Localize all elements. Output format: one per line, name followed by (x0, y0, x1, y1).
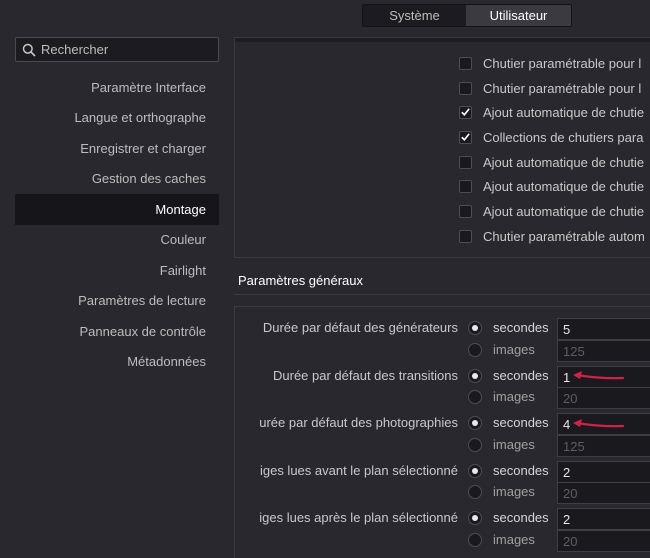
radio-label-images: images (493, 437, 535, 452)
search-input[interactable]: Rechercher (15, 37, 219, 62)
checkbox-label: Ajout automatique de chutie (483, 104, 645, 120)
checkbox-row[interactable]: Collections de chutiers para (459, 127, 643, 147)
duration-label-photos: urée par défaut des photographies (259, 415, 458, 430)
section-title-general: Paramètres généraux (238, 273, 364, 288)
radio-label-seconds: secondes (493, 463, 549, 478)
radio-images[interactable] (468, 485, 482, 499)
checkbox-row[interactable]: Ajout automatique de chutie (459, 152, 644, 172)
seconds-field[interactable]: 5 (557, 318, 650, 340)
duration-label-generators: Durée par défaut des générateurs (262, 320, 458, 335)
radio-images[interactable] (468, 343, 482, 357)
search-icon (22, 43, 36, 57)
radio-seconds[interactable] (468, 369, 482, 383)
checkbox-label: Chutier paramétrable pour l (483, 55, 642, 71)
radio-images[interactable] (468, 390, 482, 404)
sidebar-item-language[interactable]: Langue et orthographe (15, 103, 219, 134)
checkbox-label: Chutier paramétrable pour l (483, 80, 642, 96)
sidebar-item-editing[interactable]: Montage (15, 194, 219, 225)
seconds-field[interactable]: 2 (557, 508, 650, 530)
checkbox[interactable] (459, 179, 472, 193)
radio-label-images: images (493, 532, 535, 547)
images-field[interactable]: 125 (557, 435, 650, 457)
checkbox-row[interactable]: Ajout automatique de chutie (459, 102, 644, 122)
checkbox[interactable] (459, 105, 472, 119)
checkbox[interactable] (459, 81, 472, 95)
sidebar-nav: Paramètre Interface Langue et orthograph… (15, 72, 219, 377)
checkbox-row[interactable]: Chutier paramétrable pour l (459, 78, 641, 98)
checkbox-row[interactable]: Chutier paramétrable autom (459, 226, 645, 246)
checkbox-row[interactable]: Chutier paramétrable pour l (459, 53, 641, 73)
annotation-arrow-icon (573, 419, 625, 428)
seconds-field[interactable]: 2 (557, 461, 650, 483)
postroll-label: iges lues après le plan sélectionné (259, 510, 458, 525)
checkbox[interactable] (459, 229, 472, 243)
checkbox-label: Collections de chutiers para (483, 129, 644, 145)
radio-seconds[interactable] (468, 416, 482, 430)
checkbox[interactable] (459, 155, 472, 169)
settings-scope-tabs: Système Utilisateur (362, 4, 572, 27)
sidebar-item-fairlight[interactable]: Fairlight (15, 255, 219, 286)
duration-label-transitions: Durée par défaut des transitions (273, 368, 458, 383)
checkmark-icon (461, 108, 470, 116)
checkbox-label: Ajout automatique de chutie (483, 178, 645, 194)
radio-label-images: images (493, 342, 535, 357)
section-divider (234, 294, 650, 295)
checkbox[interactable] (459, 56, 472, 70)
sidebar-item-playback[interactable]: Paramètres de lecture (15, 286, 219, 317)
bin-options-panel: Chutier paramétrable pour l Chutier para… (234, 37, 650, 258)
images-field[interactable]: 125 (557, 340, 650, 362)
checkmark-icon (461, 133, 470, 141)
radio-label-seconds: secondes (493, 510, 549, 525)
checkbox-row[interactable]: Ajout automatique de chutie (459, 176, 644, 196)
checkbox-label: Chutier paramétrable autom (483, 228, 645, 244)
preroll-label: iges lues avant le plan sélectionné (259, 463, 458, 478)
radio-label-images: images (493, 484, 535, 499)
radio-label-seconds: secondes (493, 320, 549, 335)
radio-label-seconds: secondes (493, 368, 549, 383)
checkbox-row[interactable]: Ajout automatique de chutie (459, 201, 644, 221)
images-field[interactable]: 20 (557, 482, 650, 504)
radio-seconds[interactable] (468, 321, 482, 335)
checkbox[interactable] (459, 130, 472, 144)
sidebar-item-control-panels[interactable]: Panneaux de contrôle (15, 316, 219, 347)
checkbox-label: Ajout automatique de chutie (483, 203, 645, 219)
sidebar-item-cache[interactable]: Gestion des caches (15, 164, 219, 195)
radio-seconds[interactable] (468, 511, 482, 525)
sidebar-item-metadata[interactable]: Métadonnées (15, 347, 219, 378)
images-field[interactable]: 20 (557, 387, 650, 409)
radio-images[interactable] (468, 438, 482, 452)
tab-system[interactable]: Système (363, 5, 466, 26)
images-field[interactable]: 20 (557, 530, 650, 552)
radio-seconds[interactable] (468, 464, 482, 478)
sidebar-item-color[interactable]: Couleur (15, 225, 219, 256)
annotation-arrow-icon (573, 371, 625, 380)
sidebar-item-save-load[interactable]: Enregistrer et charger (15, 133, 219, 164)
radio-images[interactable] (468, 533, 482, 547)
radio-label-images: images (493, 389, 535, 404)
checkbox-label: Ajout automatique de chutie (483, 154, 645, 170)
checkbox[interactable] (459, 204, 472, 218)
sidebar-item-interface[interactable]: Paramètre Interface (15, 72, 219, 103)
search-placeholder: Rechercher (41, 42, 109, 57)
tab-user[interactable]: Utilisateur (466, 5, 571, 26)
radio-label-seconds: secondes (493, 415, 549, 430)
